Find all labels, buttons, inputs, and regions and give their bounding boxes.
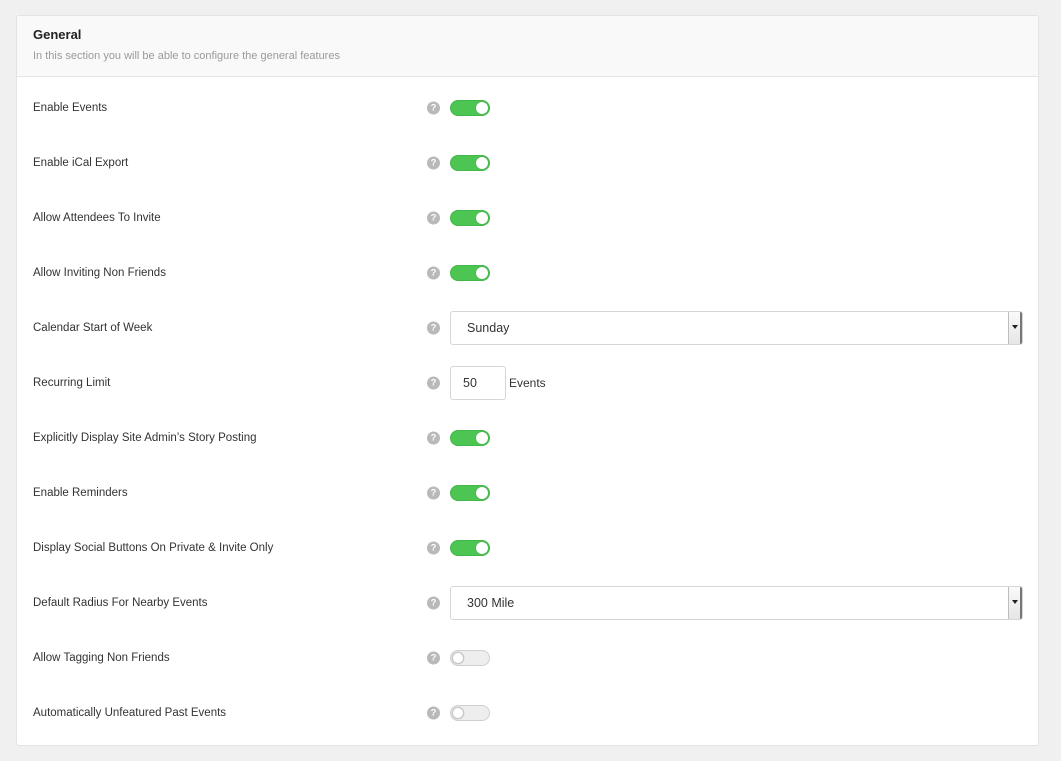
- setting-row-allow-inviting-non-friends: Allow Inviting Non Friends?: [17, 253, 1038, 293]
- chevron-down-icon[interactable]: [1008, 587, 1022, 619]
- toggle-knob: [476, 542, 488, 554]
- help-icon[interactable]: ?: [427, 101, 440, 115]
- setting-label: Automatically Unfeatured Past Events: [33, 707, 227, 719]
- help-icon[interactable]: ?: [427, 156, 440, 170]
- toggle-knob: [452, 652, 464, 664]
- recurring-limit-input[interactable]: [450, 366, 506, 400]
- toggle-switch-display-social-buttons-on-private-invite-only[interactable]: [450, 540, 490, 556]
- chevron-down-icon[interactable]: [1008, 312, 1022, 344]
- help-icon[interactable]: ?: [427, 596, 440, 610]
- setting-label: Calendar Start of Week: [33, 322, 153, 334]
- setting-label: Explicitly Display Site Admin’s Story Po…: [33, 432, 257, 444]
- panel-header: General In this section you will be able…: [17, 16, 1038, 77]
- help-icon[interactable]: ?: [427, 266, 440, 280]
- toggle-switch-explicitly-display-site-admin-s-story-posting[interactable]: [450, 430, 490, 446]
- select-value: Sunday: [467, 321, 510, 335]
- select-default-radius-for-nearby-events[interactable]: 300 Mile: [450, 586, 1023, 620]
- setting-label: Default Radius For Nearby Events: [33, 597, 208, 609]
- toggle-switch-enable-events[interactable]: [450, 100, 490, 116]
- toggle-knob: [452, 707, 464, 719]
- setting-row-display-social-buttons-on-private-invite-only: Display Social Buttons On Private & Invi…: [17, 528, 1038, 568]
- toggle-knob: [476, 157, 488, 169]
- toggle-knob: [476, 267, 488, 279]
- general-settings-panel: General In this section you will be able…: [16, 15, 1039, 746]
- unit-label: Events: [509, 376, 546, 390]
- toggle-knob: [476, 432, 488, 444]
- setting-label: Enable Reminders: [33, 487, 128, 499]
- setting-label: Enable Events: [33, 102, 108, 114]
- section-description: In this section you will be able to conf…: [33, 50, 340, 62]
- help-icon[interactable]: ?: [427, 706, 440, 720]
- setting-row-automatically-unfeatured-past-events: Automatically Unfeatured Past Events?: [17, 693, 1038, 733]
- setting-row-explicitly-display-site-admin-s-story-posting: Explicitly Display Site Admin’s Story Po…: [17, 418, 1038, 458]
- setting-label: Display Social Buttons On Private & Invi…: [33, 542, 274, 554]
- select-value: 300 Mile: [467, 596, 515, 610]
- setting-row-allow-tagging-non-friends: Allow Tagging Non Friends?: [17, 638, 1038, 678]
- toggle-switch-allow-inviting-non-friends[interactable]: [450, 265, 490, 281]
- setting-row-allow-attendees-to-invite: Allow Attendees To Invite?: [17, 198, 1038, 238]
- setting-label: Allow Attendees To Invite: [33, 212, 161, 224]
- toggle-switch-enable-ical-export[interactable]: [450, 155, 490, 171]
- toggle-knob: [476, 102, 488, 114]
- toggle-switch-automatically-unfeatured-past-events[interactable]: [450, 705, 490, 721]
- help-icon[interactable]: ?: [427, 651, 440, 665]
- select-calendar-start-of-week[interactable]: Sunday: [450, 311, 1023, 345]
- toggle-switch-enable-reminders[interactable]: [450, 485, 490, 501]
- help-icon[interactable]: ?: [427, 321, 440, 335]
- help-icon[interactable]: ?: [427, 541, 440, 555]
- setting-row-default-radius-for-nearby-events: Default Radius For Nearby Events? 300 Mil…: [17, 583, 1038, 623]
- toggle-knob: [476, 212, 488, 224]
- setting-row-recurring-limit: Recurring Limit? Events: [17, 363, 1038, 403]
- help-icon[interactable]: ?: [427, 376, 440, 390]
- toggle-knob: [476, 487, 488, 499]
- setting-row-enable-ical-export: Enable iCal Export?: [17, 143, 1038, 183]
- toggle-switch-allow-attendees-to-invite[interactable]: [450, 210, 490, 226]
- help-icon[interactable]: ?: [427, 211, 440, 225]
- setting-label: Allow Inviting Non Friends: [33, 267, 166, 279]
- help-icon[interactable]: ?: [427, 431, 440, 445]
- setting-label: Recurring Limit: [33, 377, 111, 389]
- setting-row-enable-reminders: Enable Reminders?: [17, 473, 1038, 513]
- section-title: General: [33, 27, 82, 42]
- help-icon[interactable]: ?: [427, 486, 440, 500]
- setting-row-enable-events: Enable Events?: [17, 88, 1038, 128]
- setting-row-calendar-start-of-week: Calendar Start of Week? Sunday: [17, 308, 1038, 348]
- setting-label: Allow Tagging Non Friends: [33, 652, 170, 664]
- setting-label: Enable iCal Export: [33, 157, 129, 169]
- toggle-switch-allow-tagging-non-friends[interactable]: [450, 650, 490, 666]
